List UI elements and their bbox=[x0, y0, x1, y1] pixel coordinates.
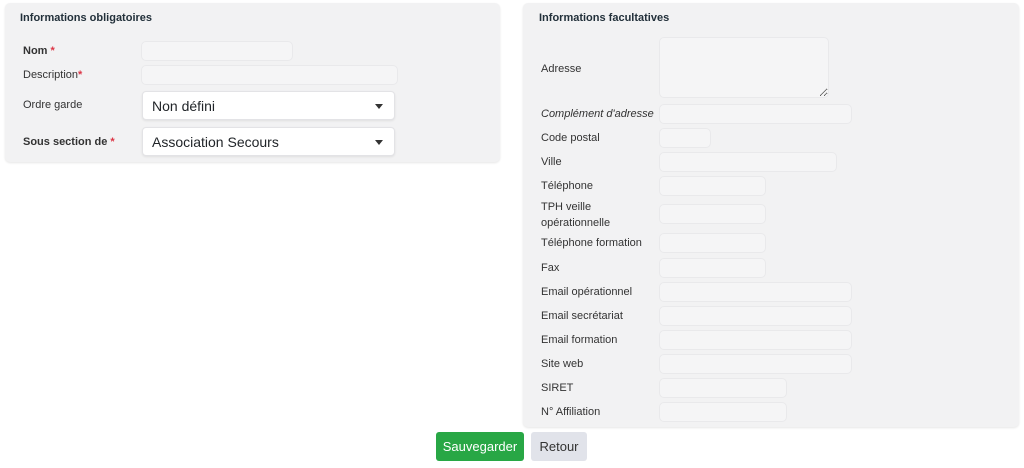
required-mark: * bbox=[110, 136, 115, 148]
email-secretariat-input[interactable] bbox=[659, 306, 852, 326]
nom-label: Nom * bbox=[23, 45, 55, 57]
optional-info-panel: Informations facultatives Adresse Complé… bbox=[523, 3, 1019, 427]
email-operationnel-input[interactable] bbox=[659, 282, 852, 302]
affiliation-label: N° Affiliation bbox=[541, 406, 601, 418]
chevron-down-icon bbox=[375, 104, 383, 109]
complement-label: Complément d'adresse bbox=[541, 108, 654, 120]
sous-section-value: Association Secours bbox=[152, 134, 279, 150]
telephone-formation-label: Téléphone formation bbox=[541, 237, 642, 249]
ville-input[interactable] bbox=[659, 152, 837, 172]
ordre-garde-select[interactable]: Non défini bbox=[142, 91, 395, 120]
code-postal-label: Code postal bbox=[541, 132, 600, 144]
adresse-textarea[interactable] bbox=[659, 37, 829, 98]
affiliation-input[interactable] bbox=[659, 402, 787, 422]
code-postal-input[interactable] bbox=[659, 128, 711, 148]
sous-section-select[interactable]: Association Secours bbox=[142, 127, 395, 156]
telephone-input[interactable] bbox=[659, 176, 766, 196]
fax-input[interactable] bbox=[659, 258, 766, 278]
adresse-label: Adresse bbox=[541, 63, 582, 75]
ordre-garde-label: Ordre garde bbox=[23, 99, 83, 111]
back-button[interactable]: Retour bbox=[531, 432, 587, 461]
telephone-formation-input[interactable] bbox=[659, 233, 766, 253]
email-formation-input[interactable] bbox=[659, 330, 852, 350]
email-operationnel-label: Email opérationnel bbox=[541, 286, 633, 298]
required-mark: * bbox=[78, 69, 83, 81]
tph-veille-label-line1: TPH veille bbox=[541, 201, 592, 213]
required-mark: * bbox=[50, 45, 55, 57]
mandatory-info-panel: Informations obligatoires Nom * Descripti… bbox=[5, 3, 500, 162]
tph-veille-input[interactable] bbox=[659, 204, 766, 224]
site-web-label: Site web bbox=[541, 358, 584, 370]
siret-input[interactable] bbox=[659, 378, 787, 398]
telephone-label: Téléphone bbox=[541, 180, 593, 192]
mandatory-info-title: Informations obligatoires bbox=[20, 12, 153, 24]
tph-veille-label-line2: opérationnelle bbox=[541, 217, 611, 229]
complement-input[interactable] bbox=[659, 104, 852, 124]
fax-label: Fax bbox=[541, 262, 560, 274]
nom-input[interactable] bbox=[141, 41, 293, 61]
site-web-input[interactable] bbox=[659, 354, 852, 374]
email-secretariat-label: Email secrétariat bbox=[541, 310, 623, 322]
save-button[interactable]: Sauvegarder bbox=[436, 432, 524, 461]
description-input[interactable] bbox=[141, 65, 398, 85]
ordre-garde-value: Non défini bbox=[152, 98, 216, 114]
ville-label: Ville bbox=[541, 156, 562, 168]
optional-info-title: Informations facultatives bbox=[539, 12, 670, 24]
email-formation-label: Email formation bbox=[541, 334, 618, 346]
description-label: Description* bbox=[23, 69, 83, 81]
chevron-down-icon bbox=[375, 140, 383, 145]
sous-section-label: Sous section de * bbox=[23, 136, 115, 148]
siret-label: SIRET bbox=[541, 382, 574, 394]
